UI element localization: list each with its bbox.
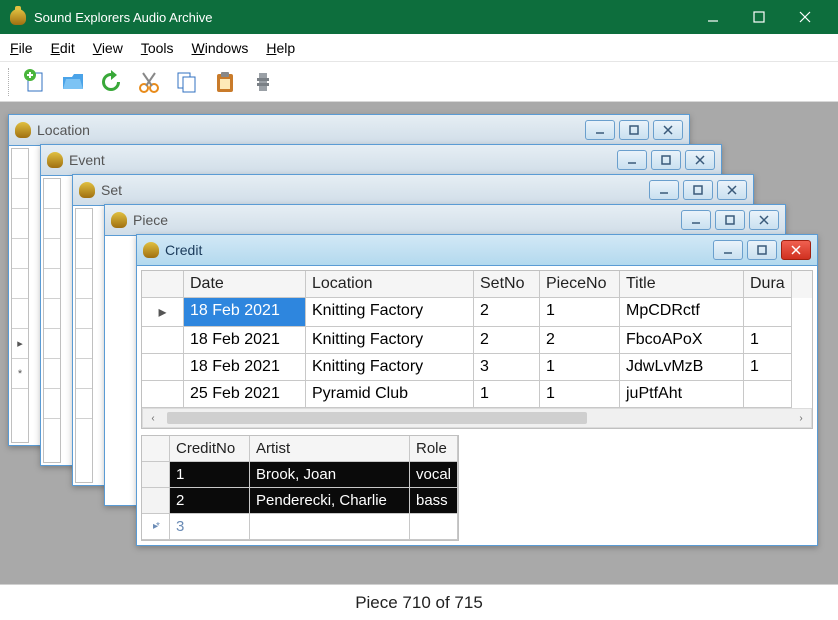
table-row[interactable]: ▸ 18 Feb 2021 Knitting Factory 2 1 MpCDR… bbox=[142, 298, 812, 327]
trophy-icon bbox=[15, 122, 31, 138]
toolbar-grip bbox=[8, 68, 12, 96]
paste-button[interactable] bbox=[208, 65, 242, 99]
new-button[interactable] bbox=[18, 65, 52, 99]
col-role[interactable]: Role bbox=[410, 436, 458, 462]
refresh-button[interactable] bbox=[94, 65, 128, 99]
child-close-button[interactable] bbox=[781, 240, 811, 260]
app-title: Sound Explorers Audio Archive bbox=[34, 10, 690, 25]
trophy-icon bbox=[143, 242, 159, 258]
child-minimize-button[interactable] bbox=[681, 210, 711, 230]
child-maximize-button[interactable] bbox=[683, 180, 713, 200]
mdi-area: Location ▸* Event S bbox=[0, 102, 838, 584]
child-maximize-button[interactable] bbox=[715, 210, 745, 230]
col-date[interactable]: Date bbox=[184, 271, 306, 298]
new-row-indicator-icon bbox=[142, 514, 170, 540]
col-creditno[interactable]: CreditNo bbox=[170, 436, 250, 462]
minimize-button[interactable] bbox=[690, 0, 736, 34]
child-minimize-button[interactable] bbox=[713, 240, 743, 260]
tool-button[interactable] bbox=[246, 65, 280, 99]
child-maximize-button[interactable] bbox=[619, 120, 649, 140]
child-title: Credit bbox=[165, 242, 713, 258]
child-close-button[interactable] bbox=[717, 180, 747, 200]
menu-windows[interactable]: Windows bbox=[192, 40, 249, 56]
table-row[interactable]: 1 Brook, Joan vocal bbox=[142, 462, 458, 488]
maximize-button[interactable] bbox=[736, 0, 782, 34]
child-minimize-button[interactable] bbox=[617, 150, 647, 170]
table-row[interactable]: 25 Feb 2021 Pyramid Club 1 1 juPtfAht bbox=[142, 381, 812, 408]
child-maximize-button[interactable] bbox=[651, 150, 681, 170]
trophy-icon bbox=[79, 182, 95, 198]
app-icon bbox=[10, 9, 26, 25]
cut-button[interactable] bbox=[132, 65, 166, 99]
statusbar: Piece 710 of 715 bbox=[0, 584, 838, 620]
horizontal-scrollbar[interactable]: ‹ › bbox=[142, 408, 812, 428]
app-titlebar: Sound Explorers Audio Archive bbox=[0, 0, 838, 34]
child-title: Set bbox=[101, 182, 649, 198]
menu-tools[interactable]: Tools bbox=[141, 40, 174, 56]
copy-button[interactable] bbox=[170, 65, 204, 99]
pieces-grid[interactable]: Date Location SetNo PieceNo Title Dura ▸… bbox=[141, 270, 813, 429]
table-row[interactable]: 18 Feb 2021 Knitting Factory 2 2 FbcoAPo… bbox=[142, 327, 812, 354]
child-title: Event bbox=[69, 152, 617, 168]
col-title[interactable]: Title bbox=[620, 271, 744, 298]
table-row[interactable]: 2 Penderecki, Charlie bass bbox=[142, 488, 458, 514]
col-duration[interactable]: Dura bbox=[744, 271, 792, 298]
close-button[interactable] bbox=[782, 0, 828, 34]
menu-view[interactable]: View bbox=[93, 40, 123, 56]
row-indicator-icon: ▸ bbox=[142, 298, 184, 327]
col-setno[interactable]: SetNo bbox=[474, 271, 540, 298]
child-window-credit[interactable]: Credit Date Location SetNo PieceNo Title… bbox=[136, 234, 818, 546]
child-title: Piece bbox=[133, 212, 681, 228]
menubar: File Edit View Tools Windows Help bbox=[0, 34, 838, 62]
menu-file[interactable]: File bbox=[10, 40, 33, 56]
menu-help[interactable]: Help bbox=[266, 40, 295, 56]
grid-header: CreditNo Artist Role bbox=[142, 436, 458, 462]
child-maximize-button[interactable] bbox=[747, 240, 777, 260]
toolbar bbox=[0, 62, 838, 102]
trophy-icon bbox=[47, 152, 63, 168]
child-close-button[interactable] bbox=[685, 150, 715, 170]
open-button[interactable] bbox=[56, 65, 90, 99]
table-row-new[interactable]: 3 bbox=[142, 514, 458, 540]
trophy-icon bbox=[111, 212, 127, 228]
col-location[interactable]: Location bbox=[306, 271, 474, 298]
child-minimize-button[interactable] bbox=[585, 120, 615, 140]
grid-header: Date Location SetNo PieceNo Title Dura bbox=[142, 271, 812, 298]
credits-grid[interactable]: CreditNo Artist Role 1 Brook, Joan vocal… bbox=[141, 435, 459, 541]
child-minimize-button[interactable] bbox=[649, 180, 679, 200]
scroll-right-icon[interactable]: › bbox=[791, 409, 811, 427]
child-close-button[interactable] bbox=[653, 120, 683, 140]
child-title: Location bbox=[37, 122, 585, 138]
table-row[interactable]: 18 Feb 2021 Knitting Factory 3 1 JdwLvMz… bbox=[142, 354, 812, 381]
col-pieceno[interactable]: PieceNo bbox=[540, 271, 620, 298]
col-artist[interactable]: Artist bbox=[250, 436, 410, 462]
status-text: Piece 710 of 715 bbox=[355, 593, 483, 613]
child-close-button[interactable] bbox=[749, 210, 779, 230]
scroll-left-icon[interactable]: ‹ bbox=[143, 409, 163, 427]
menu-edit[interactable]: Edit bbox=[51, 40, 75, 56]
